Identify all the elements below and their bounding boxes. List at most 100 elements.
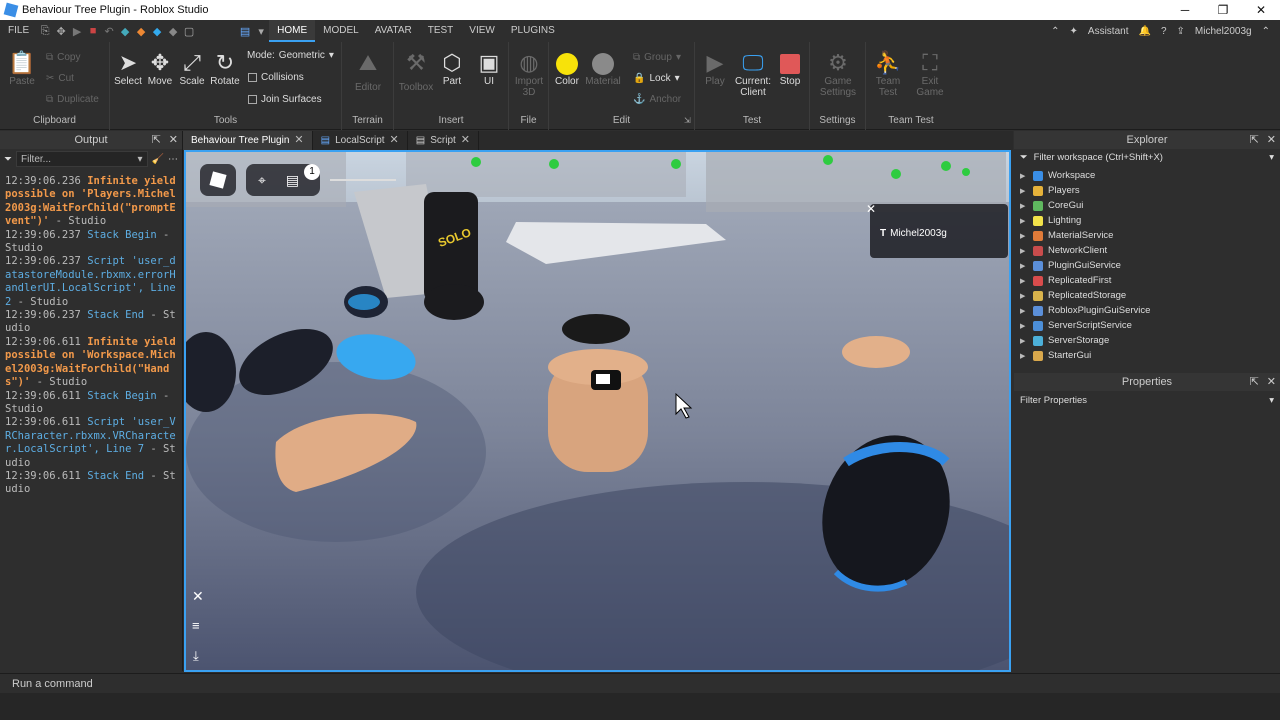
stop-icon[interactable]: ■ xyxy=(85,20,101,42)
close-icon[interactable]: ✕ xyxy=(169,133,178,146)
cut-button[interactable]: ✂ Cut xyxy=(46,73,74,84)
play-button[interactable]: ▶ Play xyxy=(695,50,735,87)
save-icon[interactable]: ⎘ xyxy=(37,20,53,42)
layout-icon[interactable]: ▤ xyxy=(237,20,253,42)
color-button[interactable]: Color xyxy=(547,50,587,87)
expand-arrow-icon[interactable]: ▶ xyxy=(1020,232,1028,240)
expand-arrow-icon[interactable]: ▶ xyxy=(1020,322,1028,330)
explorer-item[interactable]: ▶ StarterGui xyxy=(1020,348,1280,363)
console-close-icon[interactable]: ✕ xyxy=(192,588,204,605)
toolbox-button[interactable]: ⚒ Toolbox xyxy=(396,50,436,93)
expand-arrow-icon[interactable]: ▶ xyxy=(1020,172,1028,180)
help-icon[interactable]: ? xyxy=(1161,26,1167,37)
assistant-button[interactable]: Assistant xyxy=(1088,26,1129,37)
explorer-item[interactable]: ▶ PluginGuiService xyxy=(1020,258,1280,273)
part-button[interactable]: ⬡ Part xyxy=(432,50,472,87)
player-list-close-icon[interactable]: ✕ xyxy=(866,202,876,216)
menu-file[interactable]: FILE xyxy=(0,20,37,42)
import-3d-button[interactable]: ◍ Import 3D xyxy=(509,50,549,98)
tab-model[interactable]: MODEL xyxy=(315,20,367,42)
explorer-item[interactable]: ▶ Lighting xyxy=(1020,213,1280,228)
play-icon[interactable]: ▶ xyxy=(69,20,85,42)
ribbon-expand-icon[interactable]: ⇲ xyxy=(684,116,691,125)
tab-test[interactable]: TEST xyxy=(420,20,462,42)
collisions-checkbox[interactable] xyxy=(248,73,257,82)
expand-arrow-icon[interactable]: ▶ xyxy=(1020,202,1028,210)
group-button[interactable]: ⧉ Group ▾ xyxy=(633,52,681,63)
explorer-item[interactable]: ▶ MaterialService xyxy=(1020,228,1280,243)
popout-icon[interactable]: ⇱ xyxy=(152,133,161,146)
maximize-button[interactable]: ❐ xyxy=(1204,3,1242,17)
team-test-button[interactable]: ⛹ Team Test xyxy=(868,50,908,98)
close-tab-icon[interactable]: ✕ xyxy=(390,131,399,150)
expand-arrow-icon[interactable]: ▶ xyxy=(1020,262,1028,270)
chat-icon[interactable]: ▤ xyxy=(286,172,299,189)
paste-button[interactable]: 📋 Paste xyxy=(2,50,42,87)
popout-icon[interactable]: ⇱ xyxy=(1250,375,1259,388)
expand-arrow-icon[interactable]: ▶ xyxy=(1020,187,1028,195)
rotate-button[interactable]: ↻ Rotate xyxy=(205,50,245,87)
stop-button[interactable]: Stop xyxy=(770,50,810,87)
frame-icon[interactable]: ▢ xyxy=(181,20,197,42)
chevron-up-icon[interactable]: ⌃ xyxy=(1262,26,1270,37)
expand-arrow-icon[interactable]: ▶ xyxy=(1020,352,1028,360)
expand-arrow-icon[interactable]: ▶ xyxy=(1020,337,1028,345)
material-button[interactable]: Material xyxy=(583,50,623,87)
explorer-item[interactable]: ▶ RobloxPluginGuiService xyxy=(1020,303,1280,318)
popout-icon[interactable]: ⇱ xyxy=(1250,133,1259,146)
player-entry[interactable]: T Michel2003g xyxy=(880,228,947,239)
clear-output-icon[interactable]: 🧹 xyxy=(152,154,164,165)
game-settings-button[interactable]: ⚙ Game Settings xyxy=(818,50,858,98)
notifications-icon[interactable]: 🔔 xyxy=(1138,26,1150,37)
join-surfaces-checkbox[interactable] xyxy=(248,95,257,104)
close-window-button[interactable]: ✕ xyxy=(1242,3,1280,17)
terrain-editor-button[interactable]: ⛰ Editor xyxy=(348,50,388,93)
roblox-menu-button[interactable] xyxy=(200,164,236,196)
properties-filter-input[interactable]: Filter Properties ▾ xyxy=(1014,391,1280,409)
tab-localscript[interactable]: ▤ LocalScript ✕ xyxy=(313,131,408,150)
output-filter-input[interactable]: Filter... ▾ xyxy=(16,151,148,167)
exit-game-button[interactable]: ⛶ Exit Game xyxy=(910,50,950,98)
tab-home[interactable]: HOME xyxy=(269,20,316,42)
water-icon[interactable]: ◆ xyxy=(117,20,133,42)
close-tab-icon[interactable]: ✕ xyxy=(461,131,470,150)
collapse-icon[interactable]: ⌃ xyxy=(1051,26,1059,37)
command-bar[interactable]: Run a command xyxy=(0,673,1280,693)
settings-icon[interactable]: ✥ xyxy=(53,20,69,42)
tab-view[interactable]: VIEW xyxy=(461,20,503,42)
console-lines-icon[interactable]: ≡ xyxy=(192,618,200,633)
ui-button[interactable]: ▣ UI xyxy=(469,50,509,87)
mode-selector[interactable]: Mode: Geometric ▾ xyxy=(247,50,334,61)
expand-arrow-icon[interactable]: ▶ xyxy=(1020,277,1028,285)
drop-icon[interactable]: ◆ xyxy=(149,20,165,42)
explorer-item[interactable]: ▶ NetworkClient xyxy=(1020,243,1280,258)
console-download-icon[interactable]: ⤓ xyxy=(193,648,199,664)
explorer-item[interactable]: ▶ ReplicatedFirst xyxy=(1020,273,1280,288)
more-icon[interactable]: ⋯ xyxy=(168,154,178,165)
explorer-item[interactable]: ▶ CoreGui xyxy=(1020,198,1280,213)
explorer-filter-input[interactable]: ⏷ Filter workspace (Ctrl+Shift+X) ▾ xyxy=(1014,149,1280,166)
explorer-item[interactable]: ▶ ServerScriptService xyxy=(1020,318,1280,333)
close-icon[interactable]: ✕ xyxy=(1267,133,1276,146)
explorer-item[interactable]: ▶ Players xyxy=(1020,183,1280,198)
tab-script[interactable]: ▤ Script ✕ xyxy=(408,131,479,150)
current-client-button[interactable]: 🖵 Current: Client xyxy=(733,50,773,98)
close-icon[interactable]: ✕ xyxy=(1267,375,1276,388)
expand-arrow-icon[interactable]: ▶ xyxy=(1020,292,1028,300)
user-name[interactable]: Michel2003g xyxy=(1195,26,1252,37)
share-icon[interactable]: ⇪ xyxy=(1177,26,1185,37)
explorer-item[interactable]: ▶ Workspace xyxy=(1020,168,1280,183)
lock-button[interactable]: 🔒 Lock ▾ xyxy=(633,73,680,84)
selfie-view-icon[interactable]: ⌖ xyxy=(258,172,266,189)
join-surfaces-toggle[interactable]: Join Surfaces xyxy=(248,94,322,105)
expand-arrow-icon[interactable]: ▶ xyxy=(1020,307,1028,315)
chevron-down-icon[interactable]: ▾ xyxy=(253,20,269,42)
expand-arrow-icon[interactable]: ▶ xyxy=(1020,217,1028,225)
tab-behaviour-tree-plugin[interactable]: Behaviour Tree Plugin ✕ xyxy=(183,131,313,150)
explorer-item[interactable]: ▶ ReplicatedStorage xyxy=(1020,288,1280,303)
anchor-button[interactable]: ⚓ Anchor xyxy=(633,94,681,105)
duplicate-button[interactable]: ⧉ Duplicate xyxy=(46,94,99,105)
copy-button[interactable]: ⧉ Copy xyxy=(46,52,81,63)
tab-plugins[interactable]: PLUGINS xyxy=(503,20,563,42)
fire-icon[interactable]: ◆ xyxy=(133,20,149,42)
